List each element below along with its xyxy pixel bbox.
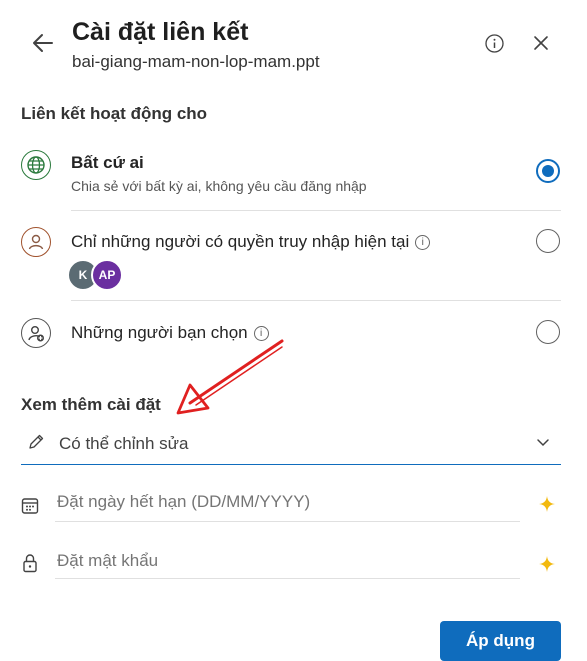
person-icon [21, 227, 51, 257]
option-anyone-description: Chia sẻ với bất kỳ ai, không yêu cầu đăn… [71, 178, 367, 194]
divider [71, 300, 561, 301]
option-existing-access[interactable]: Chỉ những người có quyền truy nhập hiện … [0, 212, 587, 300]
option-anyone[interactable]: Bất cứ ai Chia sẻ với bất kỳ ai, không y… [0, 140, 587, 210]
annotation-arrow-icon [176, 339, 284, 415]
info-button[interactable] [483, 32, 505, 54]
close-icon [534, 36, 548, 50]
add-person-icon [21, 318, 51, 348]
back-button[interactable] [28, 30, 56, 56]
lock-icon [23, 554, 37, 573]
globe-icon [21, 150, 51, 180]
chevron-down-icon [537, 439, 549, 447]
permission-value: Có thể chỉnh sửa [59, 434, 189, 453]
more-settings-title: Xem thêm cài đặt [21, 395, 161, 414]
premium-sparkle-icon [539, 556, 555, 572]
option-existing-access-label: Chỉ những người có quyền truy nhập hiện … [71, 232, 431, 252]
close-button[interactable] [530, 32, 552, 54]
back-arrow-icon [33, 34, 53, 52]
premium-sparkle-icon [539, 496, 555, 512]
option-anyone-label: Bất cứ ai [71, 153, 144, 172]
apply-button[interactable]: Áp dụng [440, 621, 561, 661]
info-icon [484, 33, 504, 53]
expiration-date-input[interactable] [55, 482, 520, 522]
divider [71, 210, 561, 211]
permission-dropdown[interactable]: Có thể chỉnh sửa [21, 424, 561, 465]
password-input[interactable] [55, 543, 520, 579]
radio-specific-people[interactable] [536, 320, 560, 344]
access-section-title: Liên kết hoạt động cho [21, 104, 208, 123]
radio-existing-access[interactable] [536, 229, 560, 253]
info-icon[interactable]: i [415, 235, 431, 251]
avatar: AP [91, 259, 123, 291]
page-title: Cài đặt liên kết [72, 18, 249, 46]
file-name: bai-giang-mam-non-lop-mam.ppt [72, 52, 320, 71]
option-specific-people[interactable]: Những người bạn chọn i [0, 302, 587, 362]
calendar-icon [21, 498, 39, 514]
radio-anyone[interactable] [536, 159, 560, 183]
pencil-icon [29, 434, 44, 449]
